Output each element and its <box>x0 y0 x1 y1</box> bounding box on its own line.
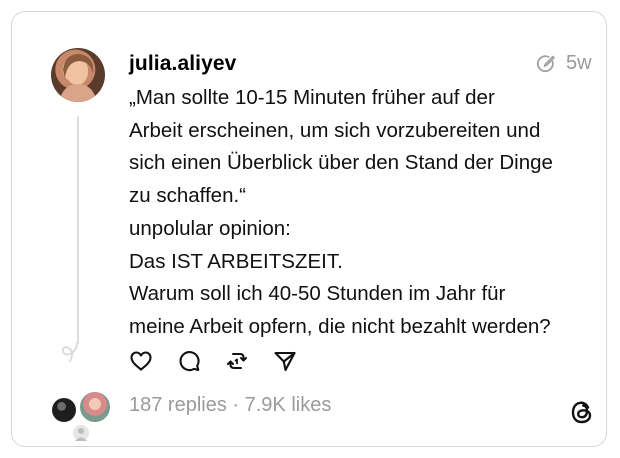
post-line: sich einen Überblick über den Stand der … <box>129 151 553 175</box>
post-line: zu schaffen.“ <box>129 184 246 208</box>
thread-line <box>77 116 79 344</box>
post-line: Das IST ARBEITSZEIT. <box>129 249 343 273</box>
avatar <box>52 398 76 422</box>
engagement-stats[interactable]: 187 replies · 7.9K likes <box>129 394 331 417</box>
comment-icon[interactable] <box>177 349 201 373</box>
username[interactable]: julia.aliyev <box>129 52 236 76</box>
post-line: Warum soll ich 40-50 Stunden im Jahr für <box>129 282 506 306</box>
post-line: unpolular opinion: <box>129 216 291 240</box>
thread-loop-icon <box>61 342 78 362</box>
post-line: „Man sollte 10-15 Minuten früher auf der <box>129 86 495 109</box>
send-icon[interactable] <box>273 349 297 373</box>
reply-avatars <box>50 390 114 442</box>
post-time: 5w <box>536 52 592 75</box>
repost-icon[interactable] <box>225 349 249 373</box>
thread-post-card: julia.aliyev 5w „Man sollte 10-15 Minute… <box>11 11 607 447</box>
post-line: Arbeit erscheinen, um sich vorzubereiten… <box>129 118 541 142</box>
edit-circle-icon <box>536 54 555 72</box>
avatar <box>78 390 112 424</box>
action-bar <box>129 349 297 373</box>
avatar <box>72 424 90 442</box>
time-label: 5w <box>566 52 592 74</box>
threads-logo-icon[interactable] <box>569 398 595 426</box>
post-text: „Man sollte 10-15 Minuten früher auf der… <box>129 82 599 344</box>
post-line: meine Arbeit opfern, die nicht bezahlt w… <box>129 314 551 338</box>
heart-icon[interactable] <box>129 349 153 373</box>
author-avatar[interactable] <box>51 48 105 102</box>
